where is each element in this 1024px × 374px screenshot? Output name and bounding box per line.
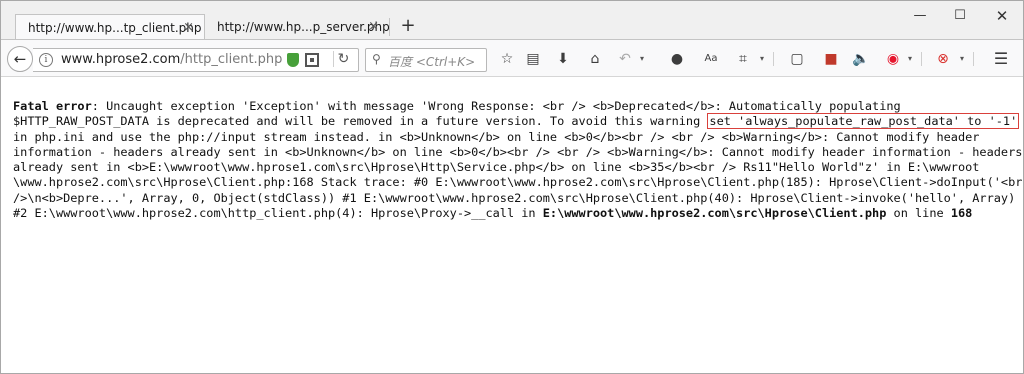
close-window-button[interactable]: ✕: [987, 5, 1017, 27]
error-text: on line: [886, 206, 951, 221]
page-icon[interactable]: ▢: [787, 49, 807, 69]
shield-icon[interactable]: [287, 53, 299, 67]
highlighted-text: set 'always_populate_raw_post_data' to '…: [707, 113, 1020, 130]
error-text: $HTTP_RAW_POST_DATA is deprecated and wi…: [13, 114, 708, 129]
toolbar-divider: [773, 52, 774, 66]
weibo-dropdown[interactable]: ▾: [905, 49, 915, 69]
minimize-button[interactable]: —: [905, 5, 935, 27]
menu-icon[interactable]: ☰: [991, 49, 1011, 69]
error-text: : Uncaught exception 'Exception' with me…: [91, 99, 901, 113]
volume-icon[interactable]: 🔈: [851, 49, 871, 69]
error-file: E:\wwwroot\www.hprose2.com\src\Hprose\Cl…: [542, 206, 887, 221]
tab-strip: http://www.hp...tp_client.php × http://w…: [1, 1, 1023, 40]
close-tab-icon[interactable]: ×: [183, 21, 194, 34]
info-icon[interactable]: i: [39, 53, 53, 67]
tab-label: http://www.hp...p_server.php: [217, 20, 390, 34]
error-line: \www.hprose2.com\src\Hprose\Client.php:1…: [13, 175, 1023, 190]
close-tab-icon[interactable]: ×: [368, 20, 379, 33]
undo-icon[interactable]: ↶: [615, 49, 635, 69]
tab-http-server[interactable]: http://www.hp...p_server.php ×: [205, 14, 390, 40]
tab-http-client[interactable]: http://www.hp...tp_client.php ×: [15, 14, 205, 40]
screenshot-dropdown[interactable]: ▾: [757, 49, 767, 69]
error-line: information - headers already sent in <b…: [13, 144, 1023, 159]
error-line-number: 168: [950, 206, 973, 221]
maximize-button[interactable]: ☐: [945, 5, 975, 27]
error-line: in php.ini and use the php://input strea…: [13, 129, 980, 144]
back-button[interactable]: ←: [7, 46, 33, 72]
star-icon[interactable]: ☆: [497, 49, 517, 69]
screenshot-icon[interactable]: ⌗: [733, 49, 753, 69]
tab-label: http://www.hp...tp_client.php: [28, 20, 202, 35]
error-line: />\n<b>Depre...', Array, 0, Object(stdCl…: [13, 190, 1016, 205]
url-text[interactable]: www.hprose2.com/http_client.php: [61, 52, 282, 67]
record-icon[interactable]: ■: [821, 49, 841, 69]
reload-button[interactable]: ↻: [333, 51, 353, 67]
browser-window: http://www.hp...tp_client.php × http://w…: [0, 0, 1024, 374]
error-line: #2 E:\wwwroot\www.hprose2.com\http_clien…: [13, 206, 1013, 221]
error-line: $HTTP_RAW_POST_DATA is deprecated and wi…: [13, 113, 1020, 130]
block-icon[interactable]: ⊗: [933, 49, 953, 69]
error-line: Fatal error: Uncaught exception 'Excepti…: [13, 99, 1013, 114]
download-icon[interactable]: ⬇: [553, 49, 573, 69]
toolbar-divider: [973, 52, 974, 66]
reader-icon[interactable]: Aa: [701, 49, 721, 69]
url-bar[interactable]: i www.hprose2.com/http_client.php ↻: [33, 48, 359, 72]
home-icon[interactable]: ⌂: [585, 49, 605, 69]
search-bar[interactable]: ⚲ 百度 <Ctrl+K>: [365, 48, 487, 72]
navigation-toolbar: i www.hprose2.com/http_client.php ↻ ← ⚲ …: [1, 39, 1023, 77]
qr-code-icon[interactable]: [305, 53, 319, 67]
page-content: Fatal error: Uncaught exception 'Excepti…: [13, 99, 1023, 221]
reading-list-icon[interactable]: ▤: [523, 49, 543, 69]
weibo-icon[interactable]: ◉: [883, 49, 903, 69]
chat-icon[interactable]: ●: [667, 49, 687, 69]
search-placeholder: 百度 <Ctrl+K>: [388, 55, 476, 69]
new-tab-button[interactable]: +: [399, 15, 417, 37]
error-text: #2 E:\wwwroot\www.hprose2.com\http_clien…: [13, 206, 543, 221]
error-line: already sent in <b>E:\wwwroot\www.hprose…: [13, 160, 980, 175]
url-host: www.hprose2.com: [61, 52, 181, 67]
search-icon: ⚲: [372, 52, 381, 66]
undo-dropdown[interactable]: ▾: [637, 49, 647, 69]
block-dropdown[interactable]: ▾: [957, 49, 967, 69]
tab-divider: [389, 18, 390, 36]
toolbar-divider: [921, 52, 922, 66]
error-heading: Fatal error: [13, 99, 92, 113]
url-path: /http_client.php: [180, 52, 283, 67]
